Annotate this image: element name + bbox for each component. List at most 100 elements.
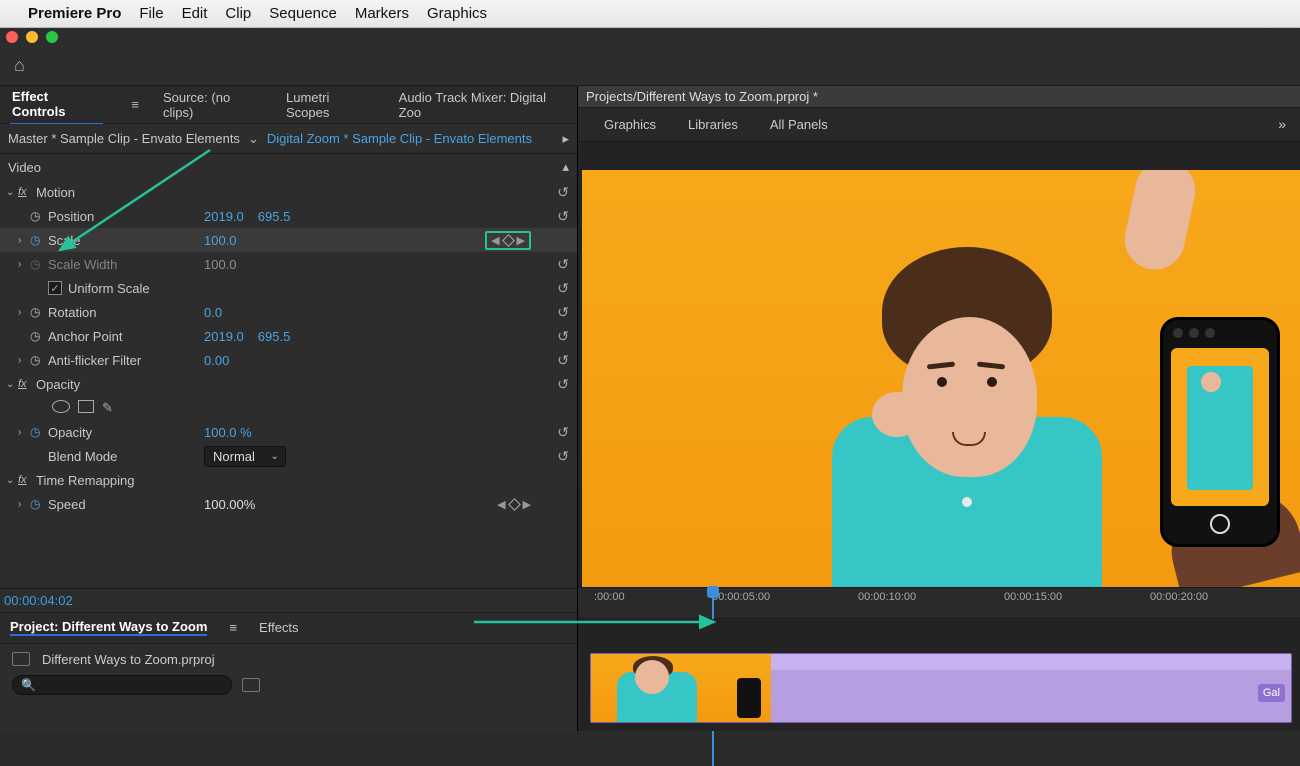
opacity-group[interactable]: ⌄ fx Opacity ↺	[0, 372, 577, 396]
rectangle-mask-icon[interactable]	[78, 400, 94, 413]
minimize-icon[interactable]	[26, 31, 38, 43]
menu-graphics[interactable]: Graphics	[427, 5, 487, 22]
anchor-y[interactable]: 695.5	[258, 329, 291, 344]
expand-icon[interactable]: ›	[18, 427, 30, 438]
scale-value[interactable]: 100.0	[204, 233, 237, 248]
disclose-icon[interactable]: ⌄	[6, 379, 18, 390]
disclose-icon[interactable]: ⌄	[6, 187, 18, 198]
expand-icon[interactable]: ›	[18, 307, 30, 318]
tab-libraries[interactable]: Libraries	[688, 117, 738, 132]
tab-audio-mixer[interactable]: Audio Track Mixer: Digital Zoo	[397, 86, 567, 124]
panel-menu-icon[interactable]: ≡	[131, 97, 139, 112]
menu-edit[interactable]: Edit	[182, 5, 208, 22]
chevron-down-icon[interactable]: ⌄	[248, 131, 259, 147]
new-bin-icon[interactable]	[242, 678, 260, 692]
stopwatch-icon[interactable]: ◷	[30, 329, 48, 343]
fx-badge-icon[interactable]: fx	[18, 186, 36, 198]
tab-effects[interactable]: Effects	[259, 620, 299, 635]
position-y[interactable]: 695.5	[258, 209, 291, 224]
antiflicker-value[interactable]: 0.00	[204, 353, 229, 368]
disclose-icon[interactable]: ⌄	[6, 475, 18, 486]
tab-graphics[interactable]: Graphics	[604, 117, 656, 132]
uniform-scale-row[interactable]: ›◷ ✓ Uniform Scale ↺	[0, 276, 577, 300]
timecode-value[interactable]: 00:00:04:02	[4, 593, 73, 608]
panel-menu-icon[interactable]: ≡	[229, 620, 237, 635]
reset-icon[interactable]: ↺	[557, 328, 569, 345]
anchor-point-row[interactable]: › ◷ Anchor Point 2019.0 695.5 ↺	[0, 324, 577, 348]
menu-markers[interactable]: Markers	[355, 5, 409, 22]
fx-badge-icon[interactable]: fx	[18, 378, 36, 390]
tab-all-panels[interactable]: All Panels	[770, 117, 828, 132]
menu-sequence[interactable]: Sequence	[269, 5, 337, 22]
next-keyframe-icon[interactable]: ▶	[517, 234, 525, 247]
reset-icon[interactable]: ↺	[557, 352, 569, 369]
home-icon[interactable]: ⌂	[14, 55, 25, 76]
project-search-input[interactable]: 🔍	[12, 675, 232, 695]
time-remap-group[interactable]: ⌄ fx Time Remapping	[0, 468, 577, 492]
opacity-value[interactable]: 100.0 %	[204, 425, 252, 440]
stopwatch-active-icon[interactable]: ◷	[30, 425, 48, 439]
speed-row[interactable]: › ◷ Speed 100.00% ◀ ▶	[0, 492, 577, 516]
anchor-x[interactable]: 2019.0	[204, 329, 244, 344]
close-icon[interactable]	[6, 31, 18, 43]
sequence-clip-label[interactable]: Digital Zoom * Sample Clip - Envato Elem…	[267, 131, 532, 146]
zoom-icon[interactable]	[46, 31, 58, 43]
ruler-track[interactable]	[578, 606, 1300, 619]
search-icon: 🔍	[21, 678, 36, 692]
rotation-row[interactable]: › ◷ Rotation 0.0 ↺	[0, 300, 577, 324]
stopwatch-icon[interactable]: ◷	[30, 209, 48, 223]
reset-icon[interactable]: ↺	[557, 448, 569, 465]
blend-mode-select[interactable]: Normal ⌄	[204, 446, 286, 467]
rotation-value[interactable]: 0.0	[204, 305, 222, 320]
motion-group[interactable]: ⌄ fx Motion ↺	[0, 180, 577, 204]
stopwatch-active-icon[interactable]: ◷	[30, 497, 48, 511]
scale-width-row[interactable]: › ◷ Scale Width 100.0 ↺	[0, 252, 577, 276]
playhead-handle-icon[interactable]	[707, 586, 719, 598]
speed-value[interactable]: 100.00%	[204, 497, 255, 512]
project-file-row[interactable]: Different Ways to Zoom.prproj	[12, 652, 565, 667]
menu-clip[interactable]: Clip	[225, 5, 251, 22]
prev-keyframe-icon[interactable]: ◀	[497, 498, 505, 511]
next-keyframe-icon[interactable]: ▶	[523, 498, 531, 511]
position-x[interactable]: 2019.0	[204, 209, 244, 224]
ellipse-mask-icon[interactable]	[52, 400, 70, 413]
stopwatch-icon[interactable]: ◷	[30, 305, 48, 319]
overflow-icon[interactable]: »	[1278, 116, 1286, 132]
timeline-ruler[interactable]: :00:00 00:00:05:00 00:00:10:00 00:00:15:…	[578, 587, 1300, 607]
position-row[interactable]: › ◷ Position 2019.0 695.5 ↺	[0, 204, 577, 228]
tab-lumetri-scopes[interactable]: Lumetri Scopes	[284, 86, 375, 124]
timeline[interactable]: fx Sample Clip - Envato Elements Gal	[578, 619, 1300, 731]
expand-icon[interactable]: ›	[18, 355, 30, 366]
menu-file[interactable]: File	[139, 5, 163, 22]
reset-icon[interactable]: ↺	[557, 256, 569, 273]
program-monitor[interactable]	[582, 170, 1300, 587]
tab-source[interactable]: Source: (no clips)	[161, 86, 262, 124]
add-keyframe-icon[interactable]	[508, 498, 521, 511]
fx-badge-icon[interactable]: fx	[18, 474, 36, 486]
tab-effect-controls[interactable]: Effect Controls	[10, 85, 103, 125]
expand-icon[interactable]: ›	[18, 259, 30, 270]
tab-project[interactable]: Project: Different Ways to Zoom	[10, 619, 207, 636]
stopwatch-active-icon[interactable]: ◷	[30, 233, 48, 247]
reset-icon[interactable]: ↺	[557, 424, 569, 441]
expand-icon[interactable]: ›	[18, 235, 30, 246]
reset-icon[interactable]: ↺	[557, 280, 569, 297]
opacity-row[interactable]: › ◷ Opacity 100.0 % ↺	[0, 420, 577, 444]
reset-icon[interactable]: ↺	[557, 304, 569, 321]
blend-mode-row[interactable]: ›◷ Blend Mode Normal ⌄ ↺	[0, 444, 577, 468]
add-keyframe-icon[interactable]	[502, 234, 515, 247]
scale-row[interactable]: › ◷ Scale 100.0 ◀ ▶ ↺	[0, 228, 577, 252]
reset-icon[interactable]: ↺	[557, 376, 569, 393]
master-clip-label[interactable]: Master * Sample Clip - Envato Elements	[8, 131, 240, 146]
reset-icon[interactable]: ↺	[557, 208, 569, 225]
collapse-icon[interactable]: ▴	[562, 159, 569, 175]
expand-timeline-icon[interactable]: ▸	[562, 131, 569, 147]
uniform-scale-checkbox[interactable]: ✓	[48, 281, 62, 295]
stopwatch-icon[interactable]: ◷	[30, 353, 48, 367]
expand-icon[interactable]: ›	[18, 499, 30, 510]
prev-keyframe-icon[interactable]: ◀	[491, 234, 499, 247]
timeline-clip[interactable]: fx Sample Clip - Envato Elements Gal	[590, 653, 1292, 723]
reset-icon[interactable]: ↺	[557, 184, 569, 201]
pen-mask-icon[interactable]: ✎	[102, 400, 113, 416]
antiflicker-row[interactable]: › ◷ Anti-flicker Filter 0.00 ↺	[0, 348, 577, 372]
